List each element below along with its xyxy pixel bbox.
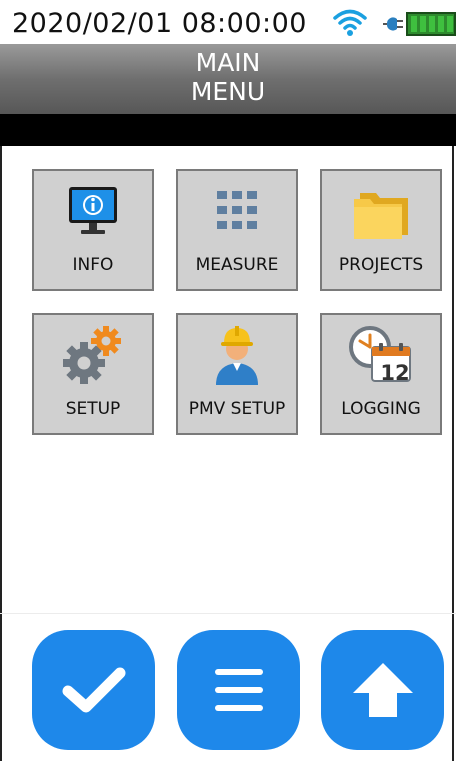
power-plug-icon [383, 17, 403, 31]
confirm-button[interactable] [32, 630, 155, 750]
pmv-setup-label: PMV SETUP [188, 399, 286, 419]
measure-label: MEASURE [195, 255, 279, 275]
menu-button[interactable] [177, 630, 300, 750]
measure-tile[interactable]: MEASURE [176, 169, 298, 291]
info-label: INFO [72, 255, 114, 275]
header-divider [0, 114, 456, 146]
check-icon [62, 667, 125, 713]
projects-label: PROJECTS [338, 255, 424, 275]
arrow-up-icon [352, 663, 413, 717]
setup-label: SETUP [65, 399, 121, 419]
calendar-day: 12 [380, 361, 410, 385]
pmv-setup-tile[interactable]: PMV SETUP [176, 313, 298, 435]
setup-tile[interactable]: SETUP [32, 313, 154, 435]
logging-tile[interactable]: 12 LOGGING [320, 313, 442, 435]
grid-keypad-icon [217, 191, 257, 229]
logging-label: LOGGING [341, 399, 421, 419]
page-title: MAIN MENU [0, 44, 456, 114]
clock: 2020/02/01 08:00:00 [12, 8, 307, 39]
projects-tile[interactable]: PROJECTS [320, 169, 442, 291]
worker-icon [216, 326, 258, 385]
info-tile[interactable]: INFO [32, 169, 154, 291]
up-button[interactable] [321, 630, 444, 750]
info-monitor-icon [69, 187, 117, 234]
footer-divider [0, 613, 456, 614]
folder-icon [354, 193, 408, 239]
title-line-1: MAIN [195, 48, 261, 77]
battery-icon [406, 12, 456, 36]
status-bar: 2020/02/01 08:00:00 [0, 0, 456, 44]
menu-icon [214, 669, 263, 711]
wifi-icon [333, 9, 367, 36]
title-line-2: MENU [190, 77, 266, 106]
gears-icon [63, 326, 121, 384]
